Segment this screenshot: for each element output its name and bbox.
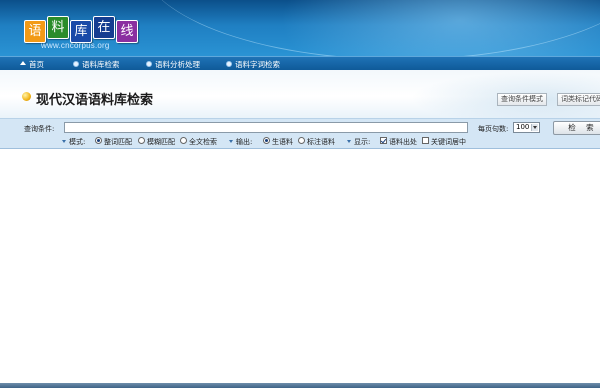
logo-char-4: 在 (93, 16, 115, 39)
query-input[interactable] (64, 122, 468, 133)
checkbox-source-label: 语料出处 (389, 138, 417, 146)
nav-item-corpus-analysis[interactable]: 语料分析处理 (146, 58, 200, 70)
radio-exact-match-label: 整词匹配 (104, 138, 132, 146)
title-bullet-icon (22, 92, 31, 101)
bottom-border (0, 383, 600, 388)
nav-bar: 首页 语料库检索 语料分析处理 语料字词检索 (0, 56, 600, 70)
mode-label: 模式: (69, 138, 86, 146)
bullet-icon (226, 61, 232, 67)
display-arrow-icon (347, 140, 351, 143)
radio-raw-corpus-label: 生语料 (272, 138, 293, 146)
home-icon (20, 61, 26, 65)
logo-char-3: 库 (70, 20, 92, 43)
per-page-select[interactable]: 100 (513, 122, 540, 133)
output-arrow-icon (229, 140, 233, 143)
header-banner: 语 料 库 在 线 www.cncorpus.org (0, 0, 600, 56)
output-label: 输出: (236, 138, 253, 146)
nav-label-corpus-search: 语料库检索 (82, 59, 120, 69)
mode-arrow-icon (62, 140, 66, 143)
radio-tagged-corpus[interactable] (298, 137, 305, 144)
nav-item-home[interactable]: 首页 (20, 58, 44, 70)
bullet-icon (146, 61, 152, 67)
per-page-value: 100 (516, 123, 530, 131)
radio-fulltext[interactable] (180, 137, 187, 144)
nav-label-home: 首页 (29, 59, 44, 69)
nav-item-word-search[interactable]: 语料字词检索 (226, 58, 280, 70)
radio-fulltext-label: 全文检索 (189, 138, 217, 146)
radio-fuzzy-match-label: 模糊匹配 (147, 138, 175, 146)
display-label: 显示: (354, 138, 371, 146)
logo-char-1: 语 (24, 20, 46, 43)
nav-label-corpus-analysis: 语料分析处理 (155, 59, 200, 69)
query-label: 查询条件: (24, 125, 55, 133)
logo-url: www.cncorpus.org (41, 41, 110, 50)
checkbox-source[interactable] (380, 137, 387, 144)
radio-tagged-corpus-label: 标注语料 (307, 138, 335, 146)
nav-item-corpus-search[interactable]: 语料库检索 (73, 58, 120, 70)
checkbox-keyword-center-label: 关键词居中 (431, 138, 466, 146)
bullet-icon (73, 61, 79, 67)
radio-exact-match[interactable] (95, 137, 102, 144)
per-page-label: 每页句数: (478, 125, 509, 133)
radio-raw-corpus[interactable] (263, 137, 270, 144)
nav-label-word-search: 语料字词检索 (235, 59, 280, 69)
logo-char-5: 线 (116, 20, 138, 43)
page: 语 料 库 在 线 www.cncorpus.org 首页 语料库检索 语料分析… (0, 0, 600, 388)
tab-query-mode[interactable]: 查询条件模式 (497, 93, 547, 106)
page-title: 现代汉语语料库检索 (36, 93, 154, 108)
chevron-down-icon (531, 124, 538, 131)
radio-fuzzy-match[interactable] (138, 137, 145, 144)
tab-pos-tag[interactable]: 词类标记代码 (557, 93, 600, 106)
search-button[interactable]: 检 索 (553, 121, 600, 135)
logo-char-2: 料 (47, 16, 69, 39)
checkbox-keyword-center[interactable] (422, 137, 429, 144)
